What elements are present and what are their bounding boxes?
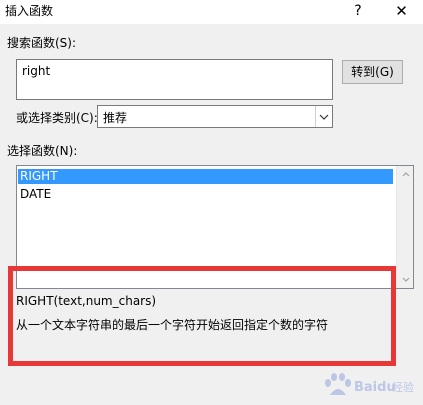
- search-label: 搜索函数(S):: [7, 36, 77, 50]
- category-select[interactable]: 推荐: [97, 105, 333, 128]
- baidu-watermark-logo: Baidu 经验: [325, 373, 414, 395]
- watermark-suffix: 经验: [392, 380, 414, 394]
- search-input[interactable]: right: [16, 59, 333, 100]
- scroll-up-icon[interactable]: [397, 166, 414, 183]
- watermark-brand: Baidu: [354, 380, 396, 395]
- function-list-label: 选择函数(N):: [7, 144, 78, 158]
- dialog-titlebar: 插入函数 ? ✕: [0, 0, 423, 24]
- chevron-down-icon[interactable]: [315, 106, 332, 127]
- vertical-scrollbar[interactable]: [396, 166, 413, 288]
- go-button[interactable]: 转到(G): [342, 60, 403, 84]
- list-item-right[interactable]: RIGHT: [18, 169, 393, 184]
- category-label: 或选择类别(C):: [16, 111, 98, 125]
- function-signature: RIGHT(text,num_chars): [16, 294, 157, 308]
- function-description: 从一个文本字符串的最后一个字符开始返回指定个数的字符: [16, 318, 329, 332]
- close-button[interactable]: ✕: [380, 0, 423, 22]
- dialog-title: 插入函数: [5, 4, 54, 18]
- scroll-down-icon[interactable]: [397, 271, 414, 288]
- help-button[interactable]: ?: [340, 0, 376, 22]
- list-item-date[interactable]: DATE: [18, 187, 393, 202]
- category-selected-value: 推荐: [103, 111, 128, 125]
